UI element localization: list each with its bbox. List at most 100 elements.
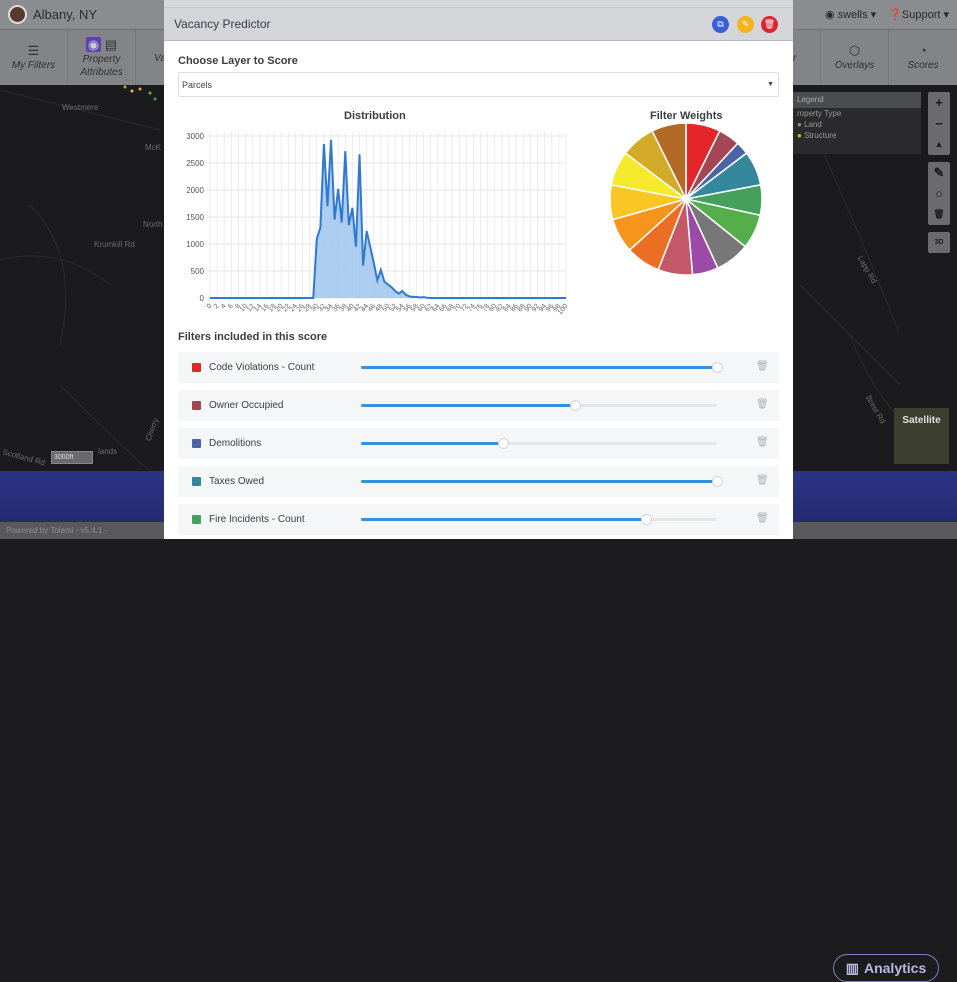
nav-va[interactable]: Va [136,30,166,86]
map-label: Krumkill Rd [94,240,135,249]
legend-group: roperty Type [793,108,921,119]
user-icon: ◉ [825,9,838,21]
legend-item-land: ● Land [793,119,921,130]
draw-line-button[interactable]: ✎ [934,162,945,183]
filter-name: Fire Incidents - Count [209,514,305,525]
copy-icon: ⧉ [717,19,723,29]
nav-scores[interactable]: ◔Scores [889,30,957,86]
structure-dot-icon: ● [797,131,802,140]
filter-row: Fire Incidents - Count 🗑 [178,504,779,535]
nav-my-filters[interactable]: ☰My Filters [0,30,68,86]
delete-button[interactable]: 🗑 [761,16,778,33]
modal-header: Vacancy Predictor ⧉ ✎ 🗑 [164,8,793,41]
layer-label: Choose Layer to Score [178,55,779,67]
edit-button[interactable]: ✎ [737,16,754,33]
layer-value: Parcels [182,80,212,90]
gauge-icon: ◔ [919,44,927,57]
slider-handle[interactable] [712,362,723,373]
draw-controls: ✎ ○ 🗑 [928,162,950,225]
filter-color-swatch [192,477,201,486]
filter-weights-pie [608,121,764,277]
filters-list: Code Violations - Count 🗑 Owner Occupied… [178,352,779,535]
user-menu[interactable]: ◉ swells ▾ [825,8,876,21]
weight-slider[interactable] [361,366,717,369]
weight-slider[interactable] [361,442,717,445]
chevron-down-icon: ▼ [767,81,774,88]
copy-button[interactable]: ⧉ [712,16,729,33]
draw-circle-button[interactable]: ○ [935,183,943,204]
view-3d-button[interactable]: 3D [928,232,950,253]
filter-color-swatch [192,439,201,448]
previous-item-header [164,0,793,8]
filter-color-swatch [192,363,201,372]
map-label: North [143,220,163,229]
score-modal: Vacancy Predictor ⧉ ✎ 🗑 Choose Layer to … [164,0,793,539]
filter-row: Owner Occupied 🗑 [178,390,779,421]
trash-icon: 🗑 [764,19,775,29]
score-title: Vacancy Predictor [174,17,271,31]
building-icon: ◉ ▤ [86,38,117,51]
y-tick-label: 2000 [186,186,204,195]
city-selector[interactable]: Albany, NY [8,5,97,24]
delete-filter-icon[interactable]: 🗑 [756,399,769,410]
zoom-in-button[interactable]: + [935,92,943,113]
help-icon: ❓ [888,9,902,21]
city-seal-icon [8,5,27,24]
filter-color-swatch [192,401,201,410]
sliders-icon: ☰ [28,44,40,57]
filters-label: Filters included in this score [178,331,779,343]
filter-row: Code Violations - Count 🗑 [178,352,779,383]
zoom-controls: + − ▲ [928,92,950,155]
slider-fill [361,366,717,369]
slider-handle[interactable] [712,476,723,487]
delete-filter-icon[interactable]: 🗑 [756,513,769,524]
nav-overlays[interactable]: ⬡Overlays [821,30,889,86]
slider-handle[interactable] [570,400,581,411]
y-tick-label: 2500 [186,159,204,168]
nav-property-attributes[interactable]: ◉ ▤Property Attributes [68,30,136,86]
map-label: Westmere [62,103,98,112]
weight-slider[interactable] [361,480,717,483]
delete-filter-icon[interactable]: 🗑 [756,437,769,448]
draw-delete-button[interactable]: 🗑 [933,204,944,225]
compass-button[interactable]: ▲ [935,134,944,155]
slider-handle[interactable] [498,438,509,449]
filter-row: Taxes Owed 🗑 [178,466,779,497]
delete-filter-icon[interactable]: 🗑 [756,361,769,372]
nav-r[interactable]: r [793,30,821,86]
analytics-button[interactable]: ▥Analytics [833,954,939,982]
filter-name: Demolitions [209,438,261,449]
pencil-icon: ✎ [742,19,750,29]
map-label: McK [145,143,161,152]
filter-name: Taxes Owed [209,476,264,487]
y-tick-label: 1000 [186,240,204,249]
y-tick-label: 3000 [186,132,204,141]
slider-handle[interactable] [641,514,652,525]
city-name: Albany, NY [33,7,97,22]
map-label: lands [98,447,117,456]
filter-name: Code Violations - Count [209,362,314,373]
weight-slider[interactable] [361,404,717,407]
satellite-toggle[interactable]: Satellite [894,408,949,464]
weight-slider[interactable] [361,518,717,521]
filter-color-swatch [192,515,201,524]
map-legend: Legend roperty Type ● Land ● Structure [793,92,921,154]
legend-title: Legend [793,92,921,108]
bar-chart-icon: ▥ [846,960,859,977]
land-dot-icon: ● [797,120,802,129]
y-tick-label: 0 [200,294,205,303]
layer-select[interactable]: Parcels ▼ [178,72,779,97]
y-tick-label: 1500 [186,213,204,222]
slider-fill [361,404,575,407]
delete-filter-icon[interactable]: 🗑 [756,475,769,486]
slider-fill [361,442,503,445]
map-scale: 3000ft [51,451,93,464]
y-tick-label: 500 [191,267,205,276]
support-menu[interactable]: ❓Support ▾ [888,8,949,21]
filter-row: Demolitions 🗑 [178,428,779,459]
legend-item-structure: ● Structure [793,130,921,141]
slider-fill [361,480,717,483]
zoom-out-button[interactable]: − [935,113,943,134]
filter-name: Owner Occupied [209,400,283,411]
distribution-chart: 0246810121416182022242628303234363840424… [178,115,578,325]
